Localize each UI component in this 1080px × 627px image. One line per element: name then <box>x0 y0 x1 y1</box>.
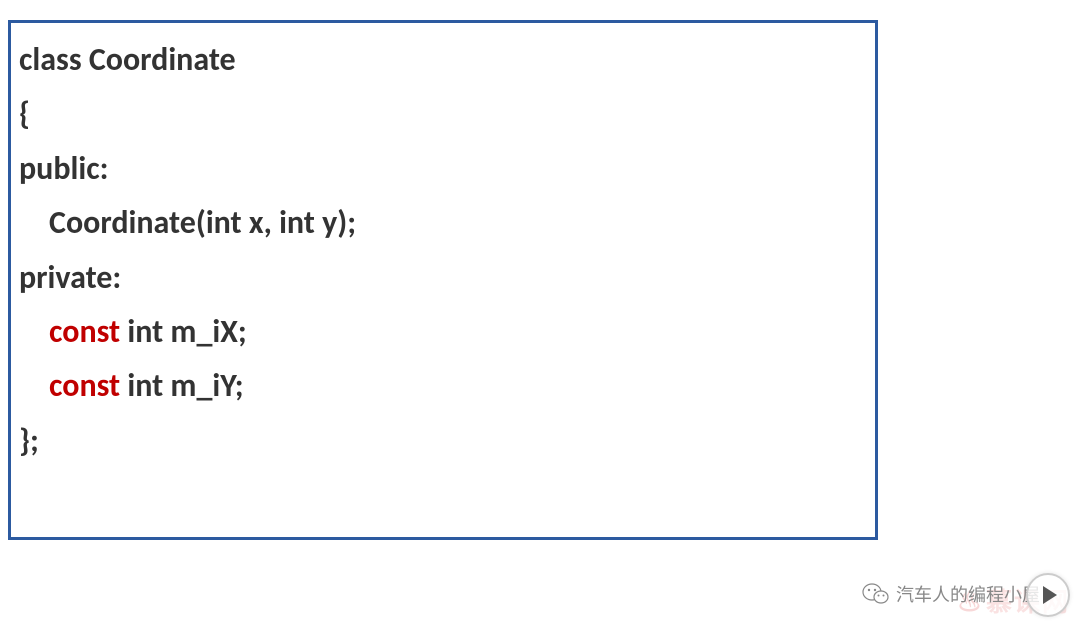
const-keyword: const <box>49 312 120 351</box>
wechat-watermark-text: 汽车人的编程小屋 <box>896 581 1040 607</box>
code-line-6: const int m_iX; <box>19 305 867 359</box>
code-line-6-rest: int m_iX; <box>120 312 247 351</box>
code-line-3: public: <box>19 142 867 196</box>
code-line-5: private: <box>19 251 867 305</box>
const-keyword: const <box>49 366 120 405</box>
code-line-8: }; <box>19 414 867 468</box>
code-line-1: class Coordinate <box>19 33 867 87</box>
code-line-4: Coordinate(int x, int y); <box>19 196 867 250</box>
wechat-icon <box>862 582 890 606</box>
code-block: class Coordinate { public: Coordinate(in… <box>8 20 878 540</box>
play-button[interactable] <box>1026 573 1070 617</box>
code-line-7: const int m_iY; <box>19 359 867 413</box>
code-line-2: { <box>19 87 867 141</box>
wechat-watermark: 汽车人的编程小屋 <box>862 581 1040 607</box>
play-icon <box>1043 586 1057 604</box>
code-line-7-rest: int m_iY; <box>120 366 243 405</box>
